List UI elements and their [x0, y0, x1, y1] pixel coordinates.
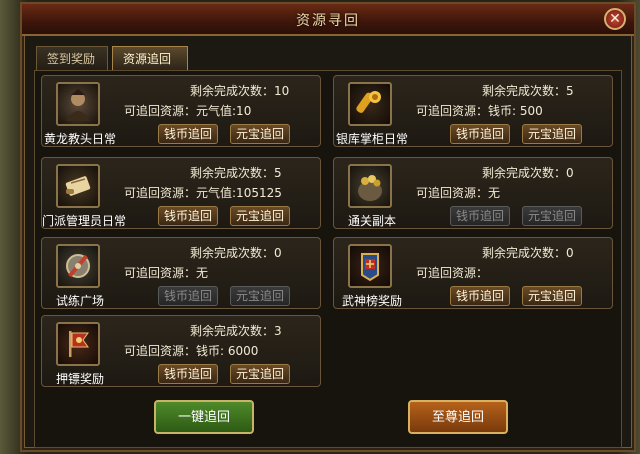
window-title: 资源寻回 [296, 13, 360, 29]
coin-recover-button[interactable]: 钱币追回 [158, 286, 218, 306]
card-trial-square: 试练广场 剩余完成次数：0 可追回资源：无 钱币追回 元宝追回 [41, 237, 321, 309]
coin-recover-button[interactable]: 钱币追回 [450, 206, 510, 226]
recoverable-resource: 可追回资源：元气值:105125 [124, 186, 282, 200]
coin-recover-button[interactable]: 钱币追回 [158, 124, 218, 144]
card-dungeon-clear: 通关副本 剩余完成次数：0 可追回资源：无 钱币追回 元宝追回 [333, 157, 613, 229]
remaining-count: 剩余完成次数：0 [190, 246, 282, 260]
remaining-count: 剩余完成次数：10 [190, 84, 290, 98]
ingot-recover-button[interactable]: 元宝追回 [230, 206, 290, 226]
remaining-count: 剩余完成次数：3 [190, 324, 282, 338]
recoverable-resource: 可追回资源： [416, 266, 489, 280]
ingot-recover-button[interactable]: 元宝追回 [230, 364, 290, 384]
card-name: 银库掌柜日常 [335, 132, 408, 146]
remaining-count: 剩余完成次数：5 [190, 166, 282, 180]
warrior-portrait-icon [56, 82, 100, 126]
scroll-icon [56, 164, 100, 208]
tab-signin-rewards[interactable]: 签到奖励 [36, 46, 108, 70]
tab-resource-recovery[interactable]: 资源追回 [112, 46, 188, 70]
recoverable-resource: 可追回资源：无 [416, 186, 501, 200]
escort-flag-icon [56, 322, 100, 366]
coin-recover-button[interactable]: 钱币追回 [158, 364, 218, 384]
card-name: 黄龙教头日常 [43, 132, 116, 146]
card-sect-manager-daily: 门派管理员日常 剩余完成次数：5 可追回资源：元气值:105125 钱币追回 元… [41, 157, 321, 229]
martial-banner-icon [348, 244, 392, 288]
ingot-recover-button[interactable]: 元宝追回 [522, 124, 582, 144]
treasure-sack-icon [348, 164, 392, 208]
coin-recover-button[interactable]: 钱币追回 [450, 286, 510, 306]
ingot-recover-button[interactable]: 元宝追回 [522, 206, 582, 226]
remaining-count: 剩余完成次数：0 [482, 166, 574, 180]
card-name: 通关副本 [347, 214, 396, 228]
recovery-panel: 黄龙教头日常 剩余完成次数：10 可追回资源：元气值:10 钱币追回 元宝追回 … [34, 70, 622, 448]
remaining-count: 剩余完成次数：5 [482, 84, 574, 98]
card-escort-reward: 押镖奖励 剩余完成次数：3 可追回资源：钱币: 6000 钱币追回 元宝追回 [41, 315, 321, 387]
title-bar: 资源寻回 ✕ [22, 4, 634, 36]
ingot-recover-button[interactable]: 元宝追回 [230, 286, 290, 306]
coin-recover-button[interactable]: 钱币追回 [158, 206, 218, 226]
card-name: 试练广场 [55, 294, 104, 308]
recoverable-resource: 可追回资源：无 [124, 266, 209, 280]
remaining-count: 剩余完成次数：0 [482, 246, 574, 260]
recoverable-resource: 可追回资源：钱币: 500 [416, 104, 543, 118]
one-click-recover-button[interactable]: 一键追回 [154, 400, 254, 434]
card-name: 武神榜奖励 [341, 294, 402, 308]
card-name: 押镖奖励 [55, 372, 104, 386]
shield-sword-icon [56, 244, 100, 288]
recoverable-resource: 可追回资源：钱币: 6000 [124, 344, 259, 358]
recoverable-resource: 可追回资源：元气值:10 [124, 104, 252, 118]
resource-recovery-window: 资源寻回 ✕ 签到奖励 资源追回 黄龙教头日常 剩余完成次数：10 可追回资源：… [20, 2, 636, 452]
ingot-recover-button[interactable]: 元宝追回 [522, 286, 582, 306]
card-huanglong-daily: 黄龙教头日常 剩余完成次数：10 可追回资源：元气值:10 钱币追回 元宝追回 [41, 75, 321, 147]
gold-scroll-icon [348, 82, 392, 126]
card-name: 门派管理员日常 [42, 214, 127, 228]
card-silver-vault-daily: 银库掌柜日常 剩余完成次数：5 可追回资源：钱币: 500 钱币追回 元宝追回 [333, 75, 613, 147]
coin-recover-button[interactable]: 钱币追回 [450, 124, 510, 144]
ingot-recover-button[interactable]: 元宝追回 [230, 124, 290, 144]
close-icon[interactable]: ✕ [604, 8, 626, 30]
card-martial-ranking-reward: 武神榜奖励 剩余完成次数：0 可追回资源： 钱币追回 元宝追回 [333, 237, 613, 309]
supreme-recover-button[interactable]: 至尊追回 [408, 400, 508, 434]
